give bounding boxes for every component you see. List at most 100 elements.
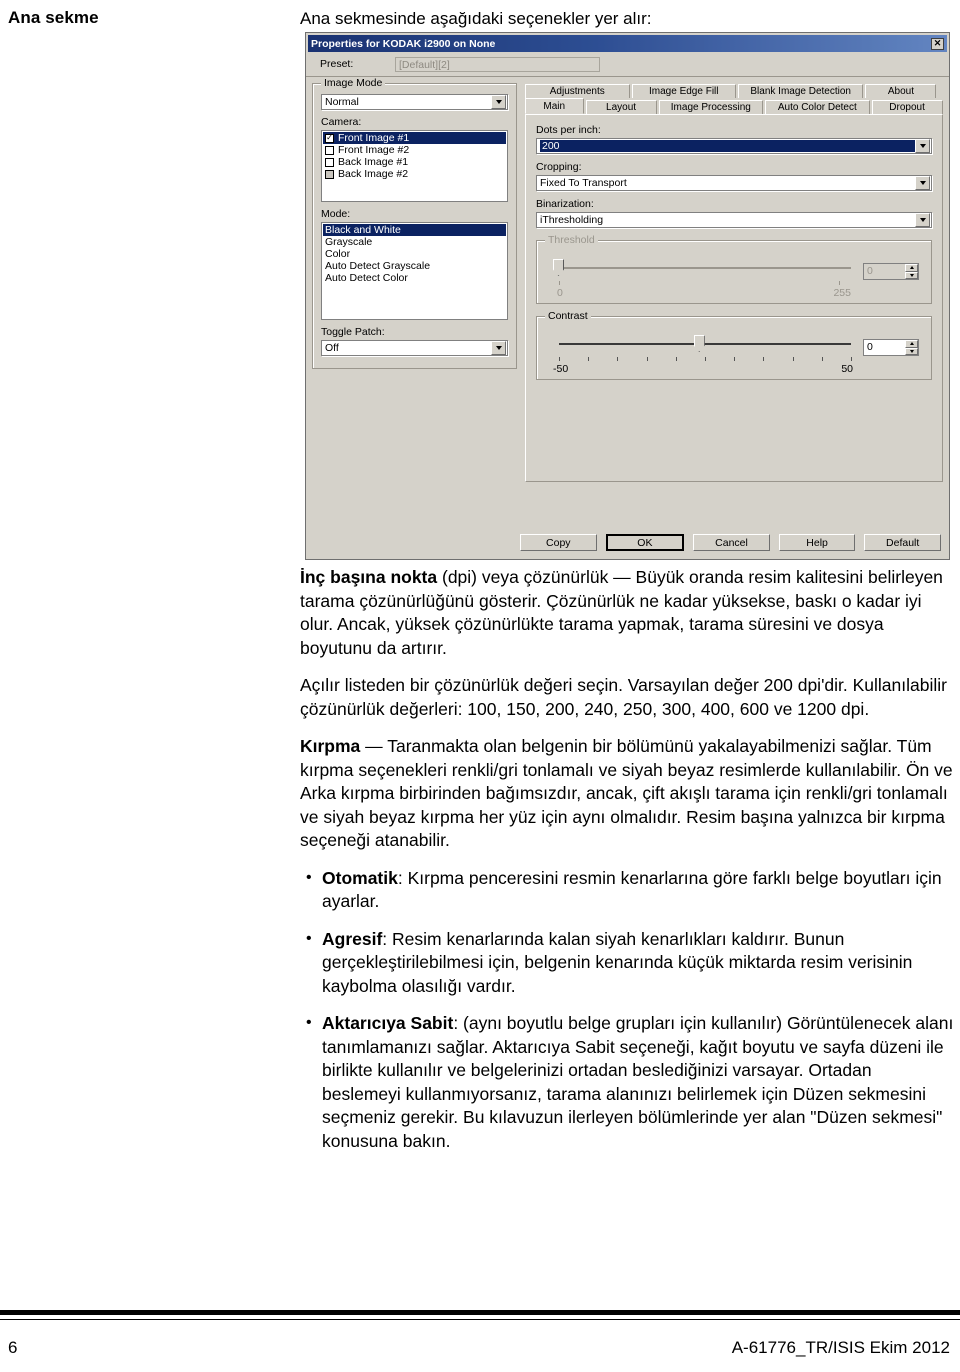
- list-item[interactable]: Grayscale: [323, 236, 506, 248]
- toggle-patch-value: Off: [325, 342, 339, 354]
- spinner-buttons[interactable]: [905, 340, 918, 355]
- list-item[interactable]: Auto Detect Grayscale: [323, 260, 506, 272]
- contrast-spinner[interactable]: 0: [863, 339, 919, 356]
- cancel-button[interactable]: Cancel: [693, 534, 770, 551]
- paragraph-dpi: İnç başına nokta (dpi) veya çözünürlük —…: [300, 566, 955, 660]
- contrast-slider[interactable]: -50 50: [549, 331, 857, 375]
- term-otomatik: Otomatik: [322, 867, 398, 888]
- spinner-buttons[interactable]: [905, 264, 918, 279]
- list-item[interactable]: ✓ Front Image #1: [323, 132, 506, 144]
- tab-blank-image-detection[interactable]: Blank Image Detection: [738, 84, 864, 98]
- spinner-up-icon[interactable]: [905, 340, 918, 348]
- threshold-min-label: 0: [557, 287, 563, 299]
- page-footer: 6 A-61776_TR/ISIS Ekim 2012: [0, 1338, 960, 1362]
- chevron-down-icon[interactable]: [915, 139, 930, 153]
- spinner-up-icon[interactable]: [905, 264, 918, 272]
- list-item-label: Auto Detect Grayscale: [325, 260, 431, 272]
- list-item-text: : Resim kenarlarında kalan siyah kenarlı…: [322, 928, 913, 996]
- page-marginal-heading: Ana sekme: [8, 8, 288, 28]
- preset-row: Preset: [Default][2]: [306, 52, 949, 77]
- image-mode-select[interactable]: Normal: [321, 94, 508, 110]
- paragraph-cropping-text: — Taranmakta olan belgenin bir bölümünü …: [300, 736, 953, 850]
- page-number: 6: [8, 1338, 18, 1357]
- binarization-select[interactable]: iThresholding: [536, 212, 932, 228]
- threshold-slider[interactable]: 0 255: [549, 255, 857, 299]
- footer-rule-thin: [0, 1319, 960, 1320]
- intro-sentence: Ana sekmesinde aşağıdaki seçenekler yer …: [300, 9, 652, 28]
- spinner-down-icon[interactable]: [905, 347, 918, 355]
- slider-thumb[interactable]: [693, 335, 705, 352]
- list-item[interactable]: Black and White: [323, 224, 506, 236]
- tab-about[interactable]: About: [865, 84, 937, 98]
- term-aktariciya-sabit: Aktarıcıya Sabit: [322, 1013, 454, 1033]
- footer-rule-thick: [0, 1310, 960, 1315]
- cropping-select[interactable]: Fixed To Transport: [536, 175, 932, 191]
- list-item-label: Black and White: [325, 224, 401, 236]
- cropping-options-list: Otomatik: Kırpma penceresini resmin kena…: [300, 866, 955, 1154]
- dialog-button-row: Copy OK Cancel Help Default: [520, 534, 941, 551]
- tab-adjustments[interactable]: Adjustments: [525, 84, 630, 98]
- checkbox-icon[interactable]: [325, 157, 334, 167]
- threshold-spinner[interactable]: 0: [863, 263, 919, 280]
- chevron-down-icon[interactable]: [915, 213, 930, 227]
- dpi-value: 200: [540, 140, 915, 152]
- list-item[interactable]: Front Image #2: [323, 144, 506, 156]
- list-item-label: Back Image #1: [338, 156, 409, 168]
- contrast-min-label: -50: [553, 363, 569, 375]
- spinner-down-icon[interactable]: [905, 271, 918, 279]
- tab-dropout[interactable]: Dropout: [871, 100, 943, 114]
- preset-field[interactable]: [Default][2]: [395, 56, 600, 72]
- tab-image-processing[interactable]: Image Processing: [658, 100, 764, 114]
- dialog-body: Image Mode Normal Camera: ✓ Front Image …: [306, 77, 949, 532]
- image-mode-group: Image Mode Normal Camera: ✓ Front Image …: [312, 77, 517, 369]
- chevron-down-icon[interactable]: [915, 176, 930, 190]
- list-item: Agresif: Resim kenarlarında kalan siyah …: [300, 927, 955, 999]
- contrast-group-title: Contrast: [545, 310, 591, 322]
- paragraph-resolutions: Açılır listeden bir çözünürlük değeri se…: [300, 675, 947, 719]
- tab-auto-color-detect[interactable]: Auto Color Detect: [765, 100, 870, 114]
- slider-thumb[interactable]: [553, 259, 564, 276]
- ok-button[interactable]: OK: [605, 534, 685, 551]
- help-button[interactable]: Help: [778, 534, 856, 551]
- checkbox-icon[interactable]: [325, 145, 334, 155]
- toggle-patch-label: Toggle Patch:: [321, 326, 385, 338]
- threshold-value: 0: [867, 265, 873, 277]
- toggle-patch-select[interactable]: Off: [321, 340, 508, 356]
- mode-listbox[interactable]: Black and White Grayscale Color Auto Det…: [321, 222, 508, 320]
- copy-button[interactable]: Copy: [520, 534, 597, 551]
- list-item[interactable]: Auto Detect Color: [323, 272, 506, 284]
- tab-image-edge-fill[interactable]: Image Edge Fill: [631, 84, 736, 98]
- list-item[interactable]: Color: [323, 248, 506, 260]
- tab-main[interactable]: Main: [525, 98, 584, 114]
- dpi-label: Dots per inch:: [536, 124, 601, 136]
- dialog-titlebar: Properties for KODAK i2900 on None ✕: [308, 35, 947, 52]
- camera-listbox[interactable]: ✓ Front Image #1 Front Image #2 Back Ima…: [321, 130, 508, 202]
- paragraph-cropping: Kırpma — Taranmakta olan belgenin bir bö…: [300, 735, 955, 853]
- checkbox-checked-icon[interactable]: ✓: [325, 133, 334, 143]
- contrast-max-label: 50: [841, 363, 853, 375]
- mode-label: Mode:: [321, 208, 351, 220]
- close-icon[interactable]: ✕: [931, 37, 944, 50]
- slider-track: [559, 267, 851, 269]
- list-item: Otomatik: Kırpma penceresini resmin kena…: [300, 866, 955, 914]
- tab-layout[interactable]: Layout: [585, 100, 657, 114]
- body-copy: İnç başına nokta (dpi) veya çözünürlük —…: [300, 566, 955, 1167]
- cropping-value: Fixed To Transport: [540, 177, 627, 189]
- document-id: A-61776_TR/ISIS Ekim 2012: [731, 1338, 950, 1357]
- chevron-down-icon[interactable]: [491, 95, 506, 109]
- list-item[interactable]: Back Image #1: [323, 156, 506, 168]
- threshold-group-title: Threshold: [545, 234, 598, 246]
- main-tab-panel: Dots per inch: 200 Cropping: Fixed To Tr…: [525, 114, 943, 482]
- dialog-title: Properties for KODAK i2900 on None: [311, 37, 496, 50]
- list-item-label: Back Image #2: [338, 168, 409, 180]
- dpi-select[interactable]: 200: [536, 138, 932, 154]
- slider-ticks: [559, 357, 852, 362]
- contrast-group: Contrast -50 50 0: [536, 310, 932, 380]
- list-item-label: Auto Detect Color: [325, 272, 408, 284]
- list-item[interactable]: Back Image #2: [323, 168, 506, 180]
- list-item-text: : Kırpma penceresini resmin kenarlarına …: [322, 867, 942, 912]
- default-button[interactable]: Default: [864, 534, 941, 551]
- list-item-label: Front Image #1: [338, 132, 410, 144]
- slider-track: [559, 343, 851, 345]
- chevron-down-icon[interactable]: [491, 341, 506, 355]
